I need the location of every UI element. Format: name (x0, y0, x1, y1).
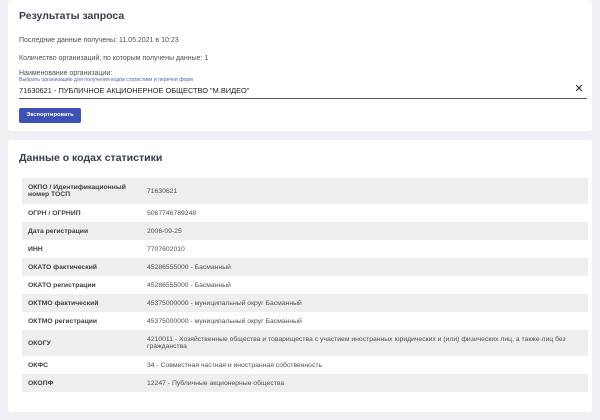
org-count-text: Количество организаций, по которым получ… (19, 55, 208, 62)
table-row: ОКФС 34 - Совместная частная и иностранн… (22, 356, 588, 374)
stat-key: ОКОПФ (22, 374, 141, 392)
results-title: Результаты запроса (19, 10, 124, 22)
org-field-label: Наименование организации: (19, 70, 112, 77)
stat-value: 34 - Совместная частная и иностранная со… (141, 356, 588, 374)
stat-key: ОКТМО регистрации (22, 312, 141, 330)
table-row: ОКАТО фактический 45286555000 - Басманны… (22, 258, 588, 276)
stats-title: Данные о кодах статистики (19, 152, 162, 164)
close-icon[interactable]: ✕ (573, 83, 585, 95)
stat-key: ИНН (22, 240, 141, 258)
stats-table: ОКПО / Идентификационный номер ТОСП 7163… (22, 178, 588, 392)
export-button[interactable]: Экспортировать (19, 108, 81, 123)
org-select-field[interactable]: 71630621 - ПУБЛИЧНОЕ АКЦИОНЕРНОЕ ОБЩЕСТВ… (19, 83, 587, 99)
stat-key: Дата регистрации (22, 222, 141, 240)
results-card: Результаты запроса Последние данные полу… (8, 0, 592, 131)
stat-value: 12247 - Публичные акционерные общества (141, 374, 588, 392)
stat-value: 5067746789248 (141, 204, 588, 222)
stat-value: 4210011 - Хозяйственные общества и товар… (141, 330, 588, 356)
table-row: ОКОГУ 4210011 - Хозяйственные общества и… (22, 330, 588, 356)
stat-key: ОКАТО фактический (22, 258, 141, 276)
table-row: ОКАТО регистрации 45286555000 - Басманны… (22, 276, 588, 294)
table-row: ОКОПФ 12247 - Публичные акционерные обще… (22, 374, 588, 392)
stat-key: ОКФС (22, 356, 141, 374)
table-row: ОКТМО регистрации 45375000000 - муниципа… (22, 312, 588, 330)
org-select-value[interactable]: 71630621 - ПУБЛИЧНОЕ АКЦИОНЕРНОЕ ОБЩЕСТВ… (19, 86, 249, 95)
last-data-text: Последние данные получены: 11.05.2021 в … (19, 37, 179, 44)
stat-value: 7707602010 (141, 240, 588, 258)
stat-key: ОКАТО регистрации (22, 276, 141, 294)
table-row: Дата регистрации 2006-09-25 (22, 222, 588, 240)
stat-key: ОКОГУ (22, 330, 141, 356)
stats-card: Данные о кодах статистики ОКПО / Идентиф… (8, 140, 592, 412)
stat-value: 2006-09-25 (141, 222, 588, 240)
table-row: ОКПО / Идентификационный номер ТОСП 7163… (22, 178, 588, 204)
stat-value: 45286555000 - Басманный (141, 276, 588, 294)
table-row: ОКТМО фактический 45375000000 - муниципа… (22, 294, 588, 312)
table-row: ОГРН / ОГРНИП 5067746789248 (22, 204, 588, 222)
stat-key: ОКТМО фактический (22, 294, 141, 312)
table-row: ИНН 7707602010 (22, 240, 588, 258)
stat-value: 45286555000 - Басманный (141, 258, 588, 276)
stat-key: ОГРН / ОГРНИП (22, 204, 141, 222)
stat-value: 45375000000 - муниципальный округ Басман… (141, 312, 588, 330)
stat-key: ОКПО / Идентификационный номер ТОСП (22, 178, 141, 204)
stat-value: 45375000000 - муниципальный округ Басман… (141, 294, 588, 312)
stat-value: 71630621 (141, 178, 588, 204)
